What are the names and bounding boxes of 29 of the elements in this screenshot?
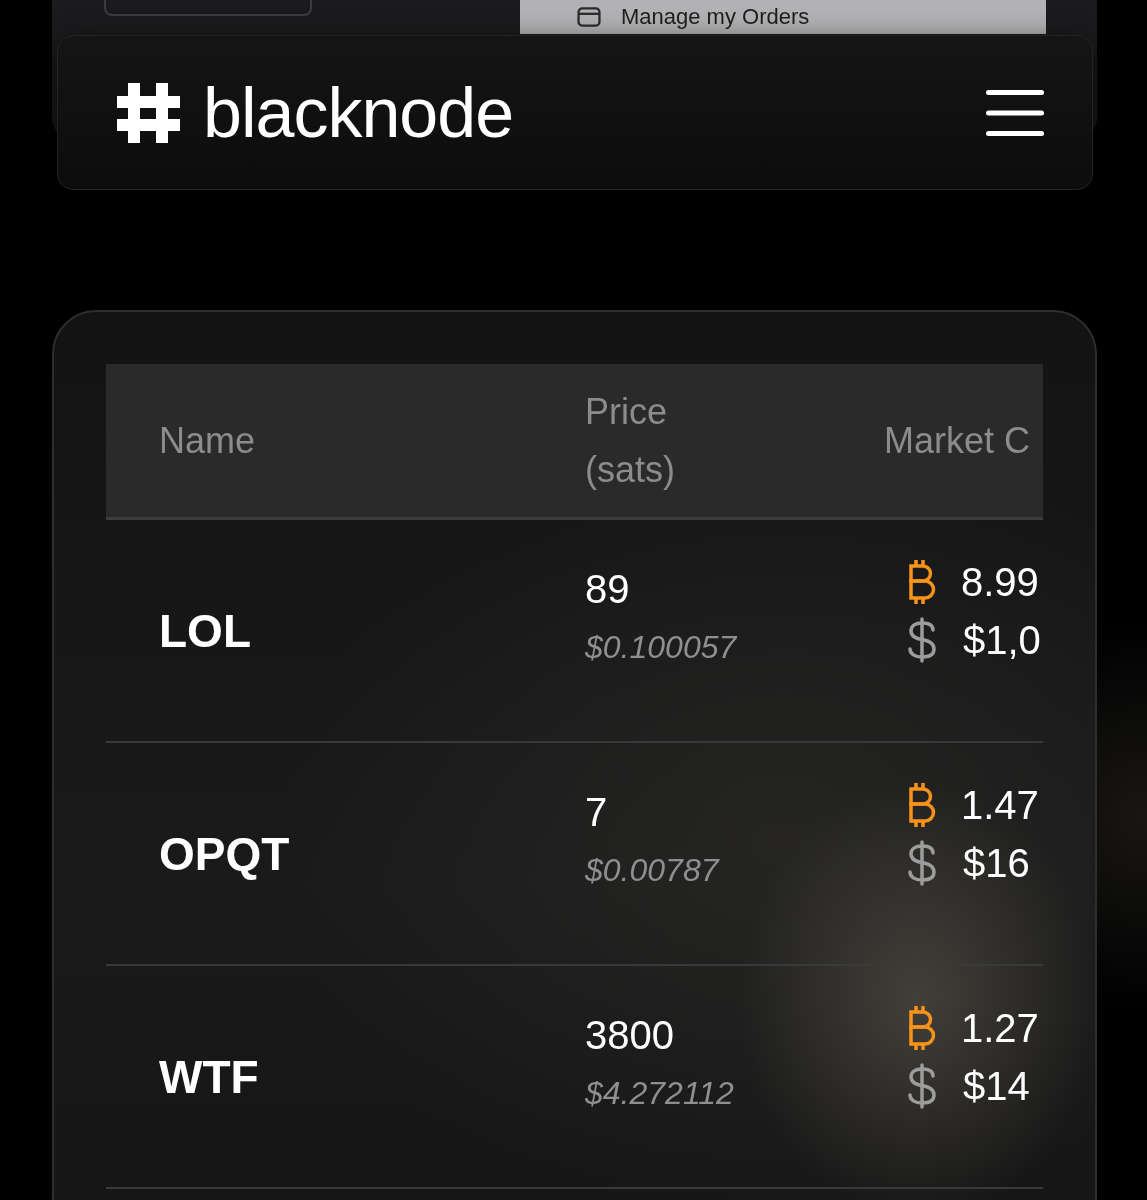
market-cap-usd: $1,0 [963,616,1041,664]
logo-text[interactable]: blacknode [203,77,514,148]
price-sats: 7 [585,788,608,836]
dollar-icon [906,1062,938,1109]
manage-orders-button[interactable]: Manage my Orders [520,0,1046,34]
menu-icon[interactable] [986,89,1044,136]
column-header: Price (sats) [585,389,676,492]
market-cap-btc: 1.47 [961,781,1039,829]
coin-name[interactable]: LOL [159,604,251,657]
bitcoin-icon [906,559,936,604]
dollar-icon [906,839,938,886]
price-sats: 3800 [585,1011,674,1059]
price-usd: $4.272112 [585,1073,734,1113]
dollar-icon [906,616,938,663]
hash-icon [117,82,180,143]
market-cap-btc: 1.27 [961,1004,1039,1052]
price-usd: $0.100057 [585,627,737,667]
column-header: Market C [884,418,1031,463]
price-usd: $0.00787 [585,850,719,890]
market-cap-usd: $14 [963,1062,1030,1110]
bitcoin-icon [906,782,936,827]
column-header: Name [159,418,256,463]
wallet-icon [577,7,601,27]
market-cap-btc: 8.99 [961,558,1039,606]
price-sats: 89 [585,565,630,613]
coin-name[interactable]: WTF [159,1050,259,1103]
coin-name[interactable]: OPQT [159,827,290,880]
market-cap-usd: $16 [963,839,1030,887]
bitcoin-icon [906,1005,936,1050]
